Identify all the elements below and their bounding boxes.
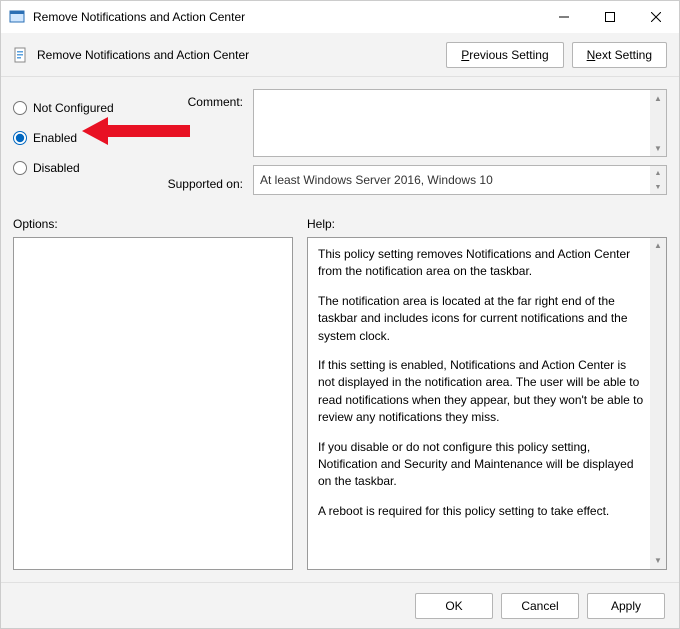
options-box [13, 237, 293, 570]
help-paragraph: If you disable or do not configure this … [318, 439, 644, 491]
policy-title: Remove Notifications and Action Center [37, 48, 438, 62]
scroll-up-icon: ▲ [650, 90, 666, 106]
radio-not-configured-input[interactable] [13, 101, 27, 115]
scroll-down-icon: ▼ [650, 553, 666, 569]
subheader: Remove Notifications and Action Center P… [1, 33, 679, 77]
previous-setting-button[interactable]: Previous Setting [446, 42, 563, 68]
help-scrollbar[interactable]: ▲ ▼ [650, 238, 666, 569]
next-setting-button[interactable]: Next Setting [572, 42, 667, 68]
scroll-up-icon: ▲ [650, 238, 666, 254]
app-icon [9, 9, 25, 25]
supported-scrollbar[interactable]: ▲ ▼ [650, 166, 666, 194]
comment-scrollbar[interactable]: ▲ ▼ [650, 90, 666, 156]
help-label: Help: [307, 217, 667, 231]
radio-disabled[interactable]: Disabled [13, 153, 163, 183]
radio-disabled-input[interactable] [13, 161, 27, 175]
cancel-button[interactable]: Cancel [501, 593, 579, 619]
help-paragraph: This policy setting removes Notification… [318, 246, 644, 281]
options-label: Options: [13, 217, 293, 231]
window-title: Remove Notifications and Action Center [33, 10, 541, 24]
field-labels: Comment: Supported on: [163, 89, 253, 205]
radio-not-configured-label: Not Configured [33, 101, 114, 115]
state-radios: Not Configured Enabled Disabled [13, 89, 163, 205]
help-box: This policy setting removes Notification… [307, 237, 667, 570]
supported-label: Supported on: [163, 175, 253, 205]
supported-on-box: At least Windows Server 2016, Windows 10… [253, 165, 667, 195]
radio-enabled-label: Enabled [33, 131, 77, 145]
fields-col: ▲ ▼ At least Windows Server 2016, Window… [253, 89, 667, 205]
help-panel: Help: This policy setting removes Notifi… [307, 217, 667, 570]
minimize-button[interactable] [541, 1, 587, 33]
titlebar: Remove Notifications and Action Center [1, 1, 679, 33]
scroll-down-icon: ▼ [650, 140, 666, 156]
scroll-up-icon: ▲ [650, 166, 666, 180]
lower-panels: Options: Help: This policy setting remov… [1, 205, 679, 582]
maximize-button[interactable] [587, 1, 633, 33]
help-paragraph: If this setting is enabled, Notification… [318, 357, 644, 427]
gpo-editor-window: Remove Notifications and Action Center R… [0, 0, 680, 629]
close-button[interactable] [633, 1, 679, 33]
apply-button[interactable]: Apply [587, 593, 665, 619]
options-panel: Options: [13, 217, 293, 570]
help-paragraph: The notification area is located at the … [318, 293, 644, 345]
ok-button[interactable]: OK [415, 593, 493, 619]
supported-on-text: At least Windows Server 2016, Windows 10 [260, 173, 493, 187]
comment-textarea[interactable] [254, 90, 650, 156]
config-area: Not Configured Enabled Disabled Comment:… [1, 77, 679, 205]
help-paragraph: A reboot is required for this policy set… [318, 503, 644, 520]
window-controls [541, 1, 679, 33]
scroll-down-icon: ▼ [650, 180, 666, 194]
footer: OK Cancel Apply [1, 582, 679, 628]
radio-enabled[interactable]: Enabled [13, 123, 163, 153]
comment-box: ▲ ▼ [253, 89, 667, 157]
radio-enabled-input[interactable] [13, 131, 27, 145]
policy-icon [13, 47, 29, 63]
radio-disabled-label: Disabled [33, 161, 80, 175]
comment-label: Comment: [163, 93, 253, 123]
radio-not-configured[interactable]: Not Configured [13, 93, 163, 123]
